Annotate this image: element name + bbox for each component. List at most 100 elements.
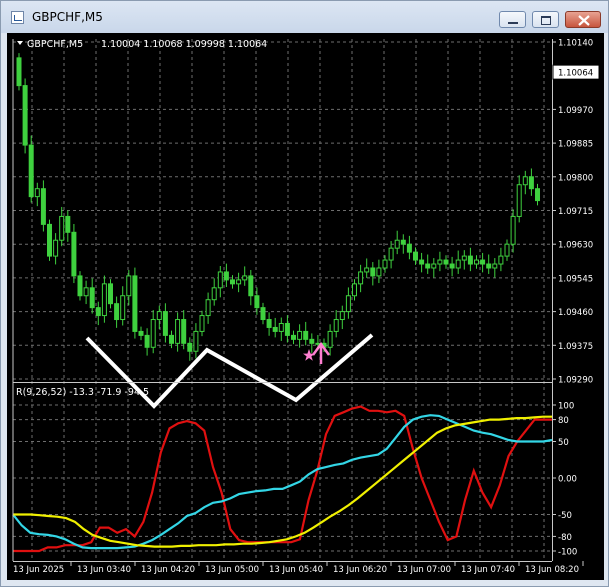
candle-body xyxy=(528,176,534,190)
candle-body xyxy=(339,311,345,321)
price-tick-label: 1.09885 xyxy=(558,140,593,150)
candle-body xyxy=(236,279,242,285)
candle-body xyxy=(248,275,254,297)
candle-body xyxy=(370,267,376,277)
candle-body xyxy=(425,263,431,269)
time-tick-label: 13 Jun 03:40 xyxy=(77,565,131,575)
candle-body xyxy=(162,311,168,336)
dropdown-triangle-icon[interactable] xyxy=(17,41,23,45)
indicator-tick-label: 50 xyxy=(558,438,569,448)
indicator-tick-label: 0.00 xyxy=(558,475,577,485)
candle-body xyxy=(83,287,89,297)
title-bar[interactable]: GBPCHF,M5 xyxy=(1,1,608,33)
indicator-series-r9 xyxy=(13,405,552,553)
candles xyxy=(16,53,540,361)
candle-body xyxy=(474,259,479,265)
candle-body xyxy=(266,319,272,328)
minimize-icon xyxy=(508,22,518,24)
candle-body xyxy=(406,243,412,253)
candle-body xyxy=(34,188,40,198)
minimize-button[interactable] xyxy=(499,11,526,28)
time-tick-label: 13 Jun 08:20 xyxy=(525,565,579,575)
candle-body xyxy=(150,319,156,348)
time-tick-label: 13 Jun 06:20 xyxy=(333,565,387,575)
price-tick-label: 1.09460 xyxy=(558,308,593,318)
price-tick-label: 1.09800 xyxy=(558,173,593,183)
candle-body xyxy=(291,334,296,340)
price-tick-label: 1.10140 xyxy=(558,39,593,49)
candle-body xyxy=(284,322,290,336)
candle-body xyxy=(40,188,46,225)
price-tick-label: 1.09970 xyxy=(558,106,593,116)
candle-body xyxy=(223,271,229,281)
candle-body xyxy=(193,330,199,352)
candle-body xyxy=(498,255,504,265)
candle-body xyxy=(510,215,516,245)
indicator-axis: 100 80 50 0.00 -50 -80 -100 xyxy=(552,402,577,558)
candle-body xyxy=(144,334,150,348)
candle-body xyxy=(16,57,22,87)
price-tick-label: 1.09630 xyxy=(558,241,593,251)
maximize-icon xyxy=(541,16,551,25)
candle-body xyxy=(89,287,95,309)
current-price-label: 1.10064 xyxy=(558,69,593,79)
candle-body xyxy=(345,295,351,313)
up-arrow-icon xyxy=(311,341,331,364)
candle-body xyxy=(297,330,303,340)
time-axis: 13 Jun 2025 13 Jun 03:40 13 Jun 04:20 13 Ju… xyxy=(13,561,584,575)
price-tick-label: 1.09375 xyxy=(558,342,593,352)
candle-body xyxy=(175,319,181,344)
candle-body xyxy=(455,259,461,269)
candle-body xyxy=(108,283,113,305)
candle-body xyxy=(278,322,284,332)
candle-body xyxy=(480,259,486,265)
window-title: GBPCHF,M5 xyxy=(32,10,103,24)
candle-body xyxy=(22,85,28,146)
chart-header: GBPCHF,M5 1.10004 1.10068 1.09998 1.1006… xyxy=(17,39,267,50)
candle-body xyxy=(327,330,333,348)
price-tick-label: 1.09545 xyxy=(558,274,593,284)
candle-body xyxy=(95,307,101,317)
chart-area[interactable]: 1.10140 1.10064 1.09970 1.09885 1.09800 1.097… xyxy=(7,33,604,580)
candle-body xyxy=(333,319,339,332)
chart-window-icon xyxy=(11,11,24,24)
candle-body xyxy=(53,239,59,257)
candle-body xyxy=(522,176,528,186)
time-tick-label: 13 Jun 07:00 xyxy=(397,565,451,575)
maximize-button[interactable] xyxy=(532,11,559,28)
candle-body xyxy=(413,251,418,261)
candle-body xyxy=(126,275,132,297)
candle-body xyxy=(205,299,211,317)
candle-body xyxy=(138,330,144,336)
price-tick-label: 1.09715 xyxy=(558,207,593,217)
close-icon xyxy=(578,15,590,26)
candle-body xyxy=(260,307,266,321)
candle-body xyxy=(516,184,522,217)
indicator-label: R(9,26,52) -13.3 -71.9 -94.5 xyxy=(16,387,149,398)
indicator-tick-label: -100 xyxy=(558,548,577,558)
price-tick-label: 1.09290 xyxy=(558,376,593,386)
candle-body xyxy=(132,275,138,332)
candle-body xyxy=(364,267,370,273)
candle-body xyxy=(388,247,394,261)
candle-body xyxy=(467,255,473,265)
candle-body xyxy=(217,271,223,289)
candle-body xyxy=(303,330,309,340)
time-tick-label: 13 Jun 2025 xyxy=(13,565,64,575)
candle-body xyxy=(230,279,235,285)
candle-body xyxy=(77,275,83,297)
close-button[interactable] xyxy=(565,11,601,28)
candle-body xyxy=(272,326,278,332)
candle-body xyxy=(120,295,126,321)
candle-body xyxy=(486,263,492,269)
candle-body xyxy=(382,259,388,269)
candle-body xyxy=(376,267,382,277)
star-icon xyxy=(303,349,315,361)
price-chart[interactable]: 1.10140 1.10064 1.09970 1.09885 1.09800 1.097… xyxy=(7,33,604,580)
candle-body xyxy=(315,342,321,345)
candle-body xyxy=(449,263,455,269)
time-tick-label: 13 Jun 04:20 xyxy=(141,565,195,575)
time-tick-label: 13 Jun 05:40 xyxy=(269,565,323,575)
candle-body xyxy=(394,239,400,249)
candle-body xyxy=(419,259,425,265)
